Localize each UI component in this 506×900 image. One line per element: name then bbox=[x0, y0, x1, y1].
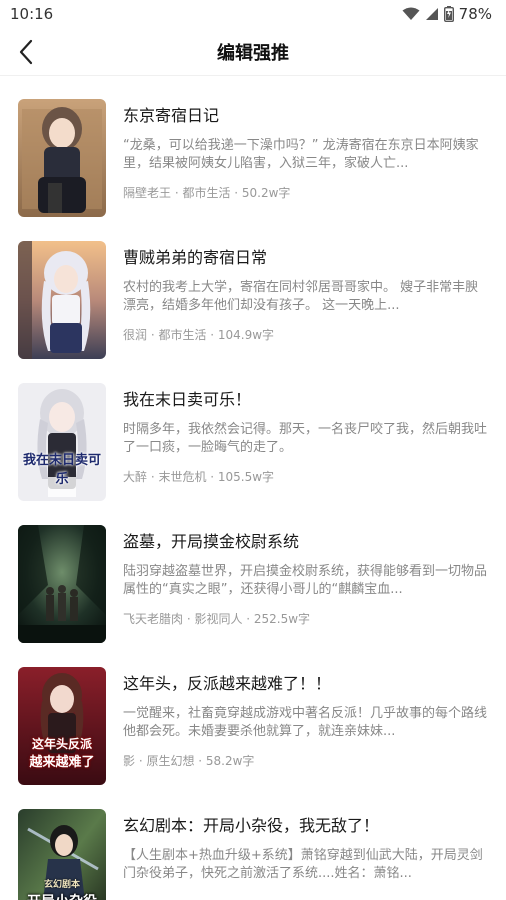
cover-title-text: 开局小杂役 bbox=[18, 891, 106, 900]
book-title: 曹贼弟弟的寄宿日常 bbox=[123, 248, 268, 267]
book-info: 东京寄宿日记 “龙桑，可以给我递一下澡巾吗？” 龙涛寄宿在东京日本阿姨家里，结果… bbox=[123, 99, 488, 201]
status-bar: 10:16 78% bbox=[0, 0, 506, 28]
book-item[interactable]: 我在末日卖可乐 我在末日卖可乐！ 时隔多年，我依然会记得。那天，一名丧尸咬了我，… bbox=[0, 361, 506, 503]
book-meta: 影 · 原生幻想 · 58.2w字 bbox=[123, 754, 255, 768]
book-cover[interactable] bbox=[18, 241, 106, 359]
battery-icon bbox=[443, 6, 454, 22]
wifi-icon bbox=[402, 7, 420, 20]
book-meta: 隔壁老王 · 都市生活 · 50.2w字 bbox=[123, 186, 291, 200]
book-item[interactable]: 这年头反派 越来越难了 这年头，反派越来越难了！！ 一觉醒来，社畜竟穿越成游戏中… bbox=[0, 645, 506, 787]
book-description: 陆羽穿越盗墓世界，开启摸金校尉系统，获得能够看到一切物品属性的“真实之眼”，还获… bbox=[123, 564, 488, 597]
back-button[interactable] bbox=[10, 36, 42, 68]
book-cover[interactable] bbox=[18, 525, 106, 643]
book-title: 我在末日卖可乐！ bbox=[123, 390, 252, 409]
book-cover[interactable]: 这年头反派 越来越难了 bbox=[18, 667, 106, 785]
book-description: “龙桑，可以给我递一下澡巾吗？” 龙涛寄宿在东京日本阿姨家里，结果被阿姨女儿陷害… bbox=[123, 138, 479, 171]
nav-bar: 编辑强推 bbox=[0, 28, 506, 76]
battery-percent: 78% bbox=[458, 5, 492, 23]
book-title: 盗墓，开局摸金校尉系统 bbox=[123, 532, 300, 551]
cover-title-text: 我在末日卖可乐 bbox=[22, 453, 101, 487]
book-item[interactable]: 玄幻剧本 开局小杂役 玄幻剧本：开局小杂役，我无敌了！ 【人生剧本+热血升级+系… bbox=[0, 787, 506, 900]
status-icons: 78% bbox=[402, 5, 492, 23]
book-item[interactable]: 东京寄宿日记 “龙桑，可以给我递一下澡巾吗？” 龙涛寄宿在东京日本阿姨家里，结果… bbox=[0, 77, 506, 219]
book-meta: 很润 · 都市生活 · 104.9w字 bbox=[123, 328, 275, 342]
book-title: 东京寄宿日记 bbox=[123, 106, 220, 125]
book-info: 我在末日卖可乐！ 时隔多年，我依然会记得。那天，一名丧尸咬了我，然后朝我吐了一口… bbox=[123, 383, 488, 485]
page-title: 编辑强推 bbox=[217, 42, 289, 64]
book-list: 东京寄宿日记 “龙桑，可以给我递一下澡巾吗？” 龙涛寄宿在东京日本阿姨家里，结果… bbox=[0, 77, 506, 900]
book-info: 曹贼弟弟的寄宿日常 农村的我考上大学，寄宿在同村邻居哥哥家中。 嫂子非常丰腴漂亮… bbox=[123, 241, 488, 343]
book-description: 一觉醒来，社畜竟穿越成游戏中著名反派！几乎故事的每个路线他都会死。未婚妻要杀他就… bbox=[123, 706, 488, 739]
book-description: 农村的我考上大学，寄宿在同村邻居哥哥家中。 嫂子非常丰腴漂亮，结婚多年他们却没有… bbox=[123, 280, 479, 313]
book-title: 玄幻剧本：开局小杂役，我无敌了！ bbox=[123, 816, 380, 835]
book-meta: 大醉 · 末世危机 · 105.5w字 bbox=[123, 470, 275, 484]
book-description: 时隔多年，我依然会记得。那天，一名丧尸咬了我，然后朝我吐了一口痰，一脸晦气的走了… bbox=[123, 422, 488, 455]
signal-icon bbox=[425, 8, 438, 20]
cover-title-text: 这年头反派 bbox=[31, 737, 92, 751]
book-title: 这年头，反派越来越难了！！ bbox=[123, 674, 332, 693]
cover-title-text: 玄幻剧本 bbox=[43, 880, 80, 890]
book-cover[interactable] bbox=[18, 99, 106, 217]
book-item[interactable]: 曹贼弟弟的寄宿日常 农村的我考上大学，寄宿在同村邻居哥哥家中。 嫂子非常丰腴漂亮… bbox=[0, 219, 506, 361]
cover-title-text: 越来越难了 bbox=[29, 755, 95, 770]
book-meta: 飞天老腊肉 · 影视同人 · 252.5w字 bbox=[123, 612, 311, 626]
book-info: 玄幻剧本：开局小杂役，我无敌了！ 【人生剧本+热血升级+系统】萧铭穿越到仙武大陆… bbox=[123, 809, 488, 895]
book-description: 【人生剧本+热血升级+系统】萧铭穿越到仙武大陆，开局灵剑门杂役弟子，快死之前激活… bbox=[123, 848, 483, 881]
book-item[interactable]: 盗墓，开局摸金校尉系统 陆羽穿越盗墓世界，开启摸金校尉系统，获得能够看到一切物品… bbox=[0, 503, 506, 645]
book-cover[interactable]: 玄幻剧本 开局小杂役 bbox=[18, 809, 106, 900]
book-info: 这年头，反派越来越难了！！ 一觉醒来，社畜竟穿越成游戏中著名反派！几乎故事的每个… bbox=[123, 667, 488, 769]
status-time: 10:16 bbox=[10, 5, 54, 23]
chevron-left-icon bbox=[19, 39, 33, 65]
book-cover[interactable]: 我在末日卖可乐 bbox=[18, 383, 106, 501]
book-info: 盗墓，开局摸金校尉系统 陆羽穿越盗墓世界，开启摸金校尉系统，获得能够看到一切物品… bbox=[123, 525, 488, 627]
